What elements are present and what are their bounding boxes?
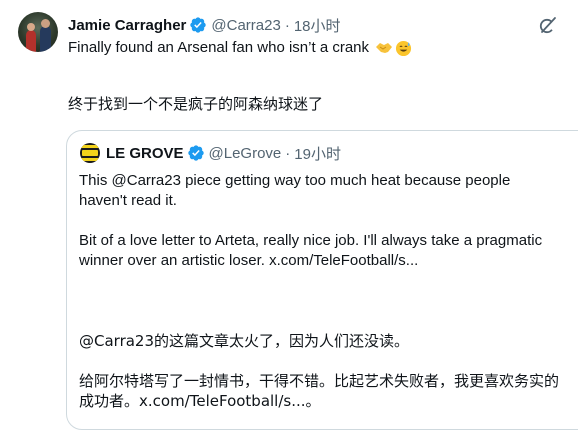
- quote-line: Bit of a love letter to Arteta, really n…: [79, 232, 543, 249]
- verified-badge-icon: [187, 145, 204, 161]
- quote-line: @Carra23的这篇文章太火了，因为人们还没读。: [79, 332, 410, 350]
- verified-badge-icon: [190, 17, 207, 33]
- avatar-figure: [40, 26, 51, 52]
- separator-dot: ·: [284, 16, 290, 34]
- quote-author-avatar[interactable]: [80, 143, 100, 163]
- quote-line: 成功者。x.com/TeleFootball/s...。: [79, 392, 321, 410]
- quote-author-handle[interactable]: @LeGrove: [209, 145, 282, 162]
- tweet-timestamp[interactable]: 18小时: [294, 15, 341, 36]
- tweet-text: Finally found an Arsenal fan who isn’t a…: [68, 38, 412, 58]
- tweet-text-content: Finally found an Arsenal fan who isn’t a…: [68, 39, 370, 56]
- author-handle[interactable]: @Carra23: [211, 17, 280, 34]
- author-name[interactable]: Jamie Carragher: [68, 17, 186, 34]
- quote-tweet-card[interactable]: LE GROVE @LeGrove · 19小时 This @Carra23 p…: [66, 130, 578, 430]
- avatar-figure: [41, 19, 50, 28]
- quote-line: 给阿尔特塔写了一封情书，干得不错。比起艺术失败者，我更喜欢务实的: [79, 372, 560, 390]
- tweet-header: Jamie Carragher @Carra23 · 18小时: [68, 15, 341, 35]
- sweat-smile-icon: [395, 40, 412, 56]
- grok-icon[interactable]: [538, 15, 558, 35]
- handshake-icon: [376, 43, 393, 53]
- quote-timestamp[interactable]: 19小时: [294, 143, 341, 164]
- avatar-figure: [26, 30, 36, 52]
- quote-line: winner over an artistic loser. x.com/Tel…: [79, 252, 419, 269]
- tweet-translation: 终于找到一个不是疯子的阿森纳球迷了: [68, 95, 324, 113]
- quote-header: LE GROVE @LeGrove · 19小时: [80, 143, 341, 163]
- avatar-figure: [27, 23, 35, 31]
- quote-line: This @Carra23 piece getting way too much…: [79, 172, 511, 189]
- author-avatar[interactable]: [18, 12, 58, 52]
- quote-author-name[interactable]: LE GROVE: [106, 145, 184, 162]
- quote-line: haven't read it.: [79, 192, 177, 209]
- quote-text: This @Carra23 piece getting way too much…: [79, 171, 578, 411]
- separator-dot: ·: [285, 144, 291, 162]
